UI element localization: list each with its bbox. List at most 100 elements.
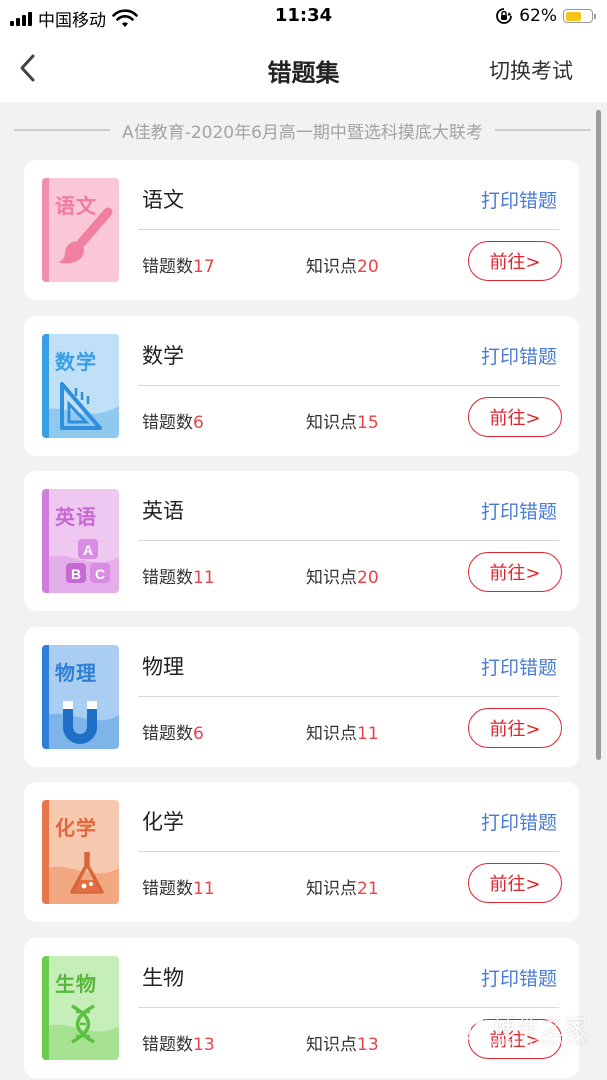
book-title-english: 英语 <box>55 505 97 529</box>
exam-title: A佳教育-2020年6月高一期中暨选科摸底大联考 <box>122 122 483 143</box>
card-divider <box>138 851 559 852</box>
book-cover-physics: 物理 <box>42 645 119 749</box>
card-divider <box>138 540 559 541</box>
chevron-left-icon <box>20 54 35 82</box>
knowledge-points-chinese: 知识点20 <box>306 252 379 277</box>
svg-text:A: A <box>83 542 93 558</box>
cube-logo-icon <box>456 1011 484 1041</box>
subject-name-chinese: 语文 <box>142 188 184 212</box>
subject-name-physics: 物理 <box>142 655 184 679</box>
svg-text:B: B <box>71 566 81 582</box>
error-count-label: 错题数 <box>142 879 193 899</box>
knowledge-points-value: 20 <box>357 257 379 277</box>
error-count-english: 错题数11 <box>142 563 215 588</box>
error-count-value: 6 <box>193 413 204 433</box>
print-errors-biology-link[interactable]: 打印错题 <box>481 964 557 991</box>
book-cover-biology: 生物 <box>42 956 119 1060</box>
card-divider <box>138 1007 559 1008</box>
print-errors-math-link[interactable]: 打印错题 <box>481 342 557 369</box>
print-errors-chemistry-link[interactable]: 打印错题 <box>481 808 557 835</box>
carrier-name: 中国移动 <box>38 11 106 31</box>
book-cover-chemistry: 化学 <box>42 800 119 904</box>
divider-line-right <box>494 129 591 131</box>
book-cover-english: A B C 英语 <box>42 489 119 593</box>
knowledge-points-value: 20 <box>357 568 379 588</box>
error-count-label: 错题数 <box>142 1035 193 1055</box>
card-divider <box>138 229 559 230</box>
battery-level <box>565 11 581 21</box>
knowledge-points-label: 知识点 <box>306 257 357 277</box>
knowledge-points-english: 知识点20 <box>306 563 379 588</box>
nav-bar: 错题集 切换考试 <box>0 34 607 102</box>
knowledge-points-chemistry: 知识点21 <box>306 874 379 899</box>
go-physics-button[interactable]: 前往> <box>468 708 562 748</box>
scrollbar[interactable] <box>596 110 601 760</box>
subject-name-biology: 生物 <box>142 966 184 990</box>
error-count-label: 错题数 <box>142 257 193 277</box>
book-cover-chinese: 语文 <box>42 178 119 282</box>
knowledge-points-math: 知识点15 <box>306 408 379 433</box>
go-math-button[interactable]: 前往> <box>468 397 562 437</box>
orientation-lock-icon <box>496 8 513 24</box>
error-count-label: 错题数 <box>142 413 193 433</box>
error-count-chinese: 错题数17 <box>142 252 215 277</box>
card-divider <box>138 385 559 386</box>
knowledge-points-value: 13 <box>357 1035 379 1055</box>
signal-icon <box>10 11 32 26</box>
error-count-physics: 错题数6 <box>142 719 204 744</box>
status-bar: 中国移动 11:34 62% <box>0 0 607 34</box>
go-chinese-button[interactable]: 前往> <box>468 241 562 281</box>
error-count-value: 17 <box>193 257 215 277</box>
status-right: 62% <box>495 6 596 26</box>
subject-card-biology[interactable]: 生物 生物 打印错题 错题数13 知识点13 前往> <box>24 938 579 1078</box>
knowledge-points-biology: 知识点13 <box>306 1030 379 1055</box>
subject-card-math[interactable]: 数学 数学 打印错题 错题数6 知识点15 前往> <box>24 316 579 456</box>
book-title-physics: 物理 <box>55 661 97 685</box>
subject-card-physics[interactable]: 物理 物理 打印错题 错题数6 知识点11 前往> <box>24 627 579 767</box>
watermark: 硬件之家 YINGJIANZHIJIA.COM <box>455 1010 589 1047</box>
book-title-math: 数学 <box>55 350 97 374</box>
knowledge-points-label: 知识点 <box>306 1035 357 1055</box>
subject-card-chinese[interactable]: 语文 语文 打印错题 错题数17 知识点20 前往> <box>24 160 579 300</box>
print-errors-english-link[interactable]: 打印错题 <box>481 497 557 524</box>
wifi-icon <box>112 8 138 27</box>
knowledge-points-label: 知识点 <box>306 879 357 899</box>
knowledge-points-label: 知识点 <box>306 413 357 433</box>
back-button[interactable] <box>12 52 42 84</box>
error-count-biology: 错题数13 <box>142 1030 215 1055</box>
go-english-button[interactable]: 前往> <box>468 552 562 592</box>
divider-line-left <box>14 129 111 131</box>
error-count-value: 11 <box>193 568 215 588</box>
battery-percent: 62% <box>519 6 557 26</box>
error-count-label: 错题数 <box>142 568 193 588</box>
error-count-value: 6 <box>193 724 204 744</box>
error-count-math: 错题数6 <box>142 408 204 433</box>
error-count-value: 11 <box>193 879 215 899</box>
subject-card-english[interactable]: A B C 英语 英语 打印错题 错题数11 知识点20 前往> <box>24 471 579 611</box>
subject-card-chemistry[interactable]: 化学 化学 打印错题 错题数11 知识点21 前往> <box>24 782 579 922</box>
error-count-label: 错题数 <box>142 724 193 744</box>
print-errors-chinese-link[interactable]: 打印错题 <box>481 186 557 213</box>
error-count-chemistry: 错题数11 <box>142 874 215 899</box>
knowledge-points-physics: 知识点11 <box>306 719 379 744</box>
error-count-value: 13 <box>193 1035 215 1055</box>
book-title-chemistry: 化学 <box>55 816 97 840</box>
knowledge-points-label: 知识点 <box>306 724 357 744</box>
book-cover-math: 数学 <box>42 334 119 438</box>
knowledge-points-value: 21 <box>357 879 379 899</box>
book-title-chinese: 语文 <box>55 194 97 218</box>
exam-title-divider: A佳教育-2020年6月高一期中暨选科摸底大联考 <box>14 117 591 143</box>
book-title-biology: 生物 <box>55 972 97 996</box>
knowledge-points-value: 15 <box>357 413 379 433</box>
go-chemistry-button[interactable]: 前往> <box>468 863 562 903</box>
watermark-url: YINGJIANZHIJIA.COM <box>490 1038 589 1047</box>
status-left: 中国移动 <box>10 6 138 31</box>
knowledge-points-value: 11 <box>357 724 379 744</box>
battery-icon <box>563 9 596 23</box>
card-divider <box>138 696 559 697</box>
print-errors-physics-link[interactable]: 打印错题 <box>481 653 557 680</box>
subject-name-english: 英语 <box>142 499 184 523</box>
knowledge-points-label: 知识点 <box>306 568 357 588</box>
switch-exam-button[interactable]: 切换考试 <box>489 55 573 85</box>
subject-name-chemistry: 化学 <box>142 810 184 834</box>
